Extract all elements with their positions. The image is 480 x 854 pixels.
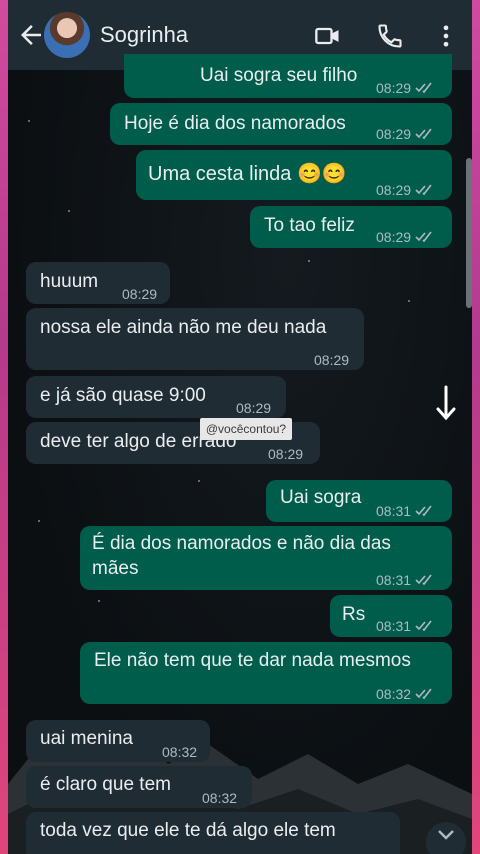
phone-icon[interactable] bbox=[376, 22, 404, 50]
message-text: é claro que tem bbox=[40, 774, 171, 795]
watermark-label: @vocêcontou? bbox=[200, 418, 292, 440]
double-check-icon bbox=[415, 128, 432, 140]
double-check-icon bbox=[415, 231, 432, 243]
message-time: 08:29 bbox=[376, 182, 412, 198]
scroll-to-bottom-button[interactable] bbox=[426, 822, 466, 854]
message-time: 08:32 bbox=[376, 686, 412, 702]
message-meta: 08:29 bbox=[122, 282, 157, 306]
message-bubble-outgoing[interactable]: Ele não tem que te dar nada mesmos 08:32 bbox=[80, 642, 452, 704]
message-meta: 08:29 bbox=[376, 225, 435, 249]
message-time: 08:31 bbox=[376, 618, 412, 634]
message-meta: 08:31 bbox=[376, 499, 435, 523]
message-time: 08:29 bbox=[268, 446, 304, 462]
message-bubble-outgoing[interactable]: Uai sogra seu filho 08:29 bbox=[124, 54, 452, 98]
message-bubble-incoming[interactable]: nossa ele ainda não me deu nada 08:29 bbox=[26, 308, 364, 370]
message-bubble-incoming[interactable]: uai menina 08:32 bbox=[26, 720, 210, 762]
frame-right bbox=[472, 0, 480, 854]
message-meta: 08:29 bbox=[376, 178, 435, 202]
message-text: To tao feliz bbox=[264, 215, 355, 236]
double-check-icon bbox=[415, 505, 432, 517]
message-bubble-outgoing[interactable]: Hoje é dia dos namorados 08:29 bbox=[110, 103, 452, 145]
message-meta: 08:32 bbox=[202, 786, 237, 810]
message-meta: 08:31 bbox=[376, 568, 435, 592]
avatar[interactable] bbox=[44, 12, 90, 58]
message-meta: 08:29 bbox=[236, 396, 271, 420]
double-check-icon bbox=[415, 82, 432, 94]
message-bubble-incoming[interactable]: e já são quase 9:00 08:29 bbox=[26, 376, 286, 418]
message-text: Hoje é dia dos namorados bbox=[124, 113, 346, 134]
message-text: uai menina bbox=[40, 728, 133, 749]
message-text: Uai sogra bbox=[280, 487, 362, 508]
message-time: 08:29 bbox=[122, 286, 158, 302]
message-text: Uai sogra seu filho bbox=[200, 65, 358, 86]
arrow-left-icon[interactable] bbox=[16, 20, 46, 50]
message-meta: 08:29 bbox=[376, 122, 435, 146]
chat-screen: Sogrinha Uai sogra seu filho 08:29 Hoje … bbox=[8, 0, 472, 854]
message-text: Rs bbox=[342, 604, 366, 625]
message-meta: 08:31 bbox=[376, 614, 435, 638]
double-check-icon bbox=[415, 688, 432, 700]
message-meta: 08:29 bbox=[314, 348, 349, 372]
message-text: Ele não tem que te dar nada mesmos bbox=[94, 650, 411, 671]
message-text: Uma cesta linda 😊😊 bbox=[148, 163, 347, 185]
message-bubble-outgoing[interactable]: Rs 08:31 bbox=[330, 595, 452, 637]
more-vertical-icon[interactable] bbox=[432, 22, 460, 50]
message-time: 08:32 bbox=[162, 744, 198, 760]
message-text: toda vez que ele te dá algo ele tem bbox=[40, 820, 336, 841]
scrollbar[interactable] bbox=[466, 158, 472, 308]
message-bubble-incoming[interactable]: huuum 08:29 bbox=[26, 262, 170, 304]
double-check-icon bbox=[415, 574, 432, 586]
message-bubble-incoming[interactable]: toda vez que ele te dá algo ele tem bbox=[26, 812, 400, 854]
chevron-down-icon bbox=[438, 830, 454, 840]
message-time: 08:29 bbox=[376, 126, 412, 142]
message-text: e já são quase 9:00 bbox=[40, 385, 206, 406]
message-text: mães bbox=[92, 558, 139, 579]
double-check-icon bbox=[415, 184, 432, 196]
message-text: nossa ele ainda não me deu nada bbox=[40, 317, 327, 338]
message-bubble-outgoing[interactable]: To tao feliz 08:29 bbox=[250, 206, 452, 248]
message-meta: 08:29 bbox=[376, 76, 435, 100]
message-time: 08:29 bbox=[314, 352, 350, 368]
message-time: 08:29 bbox=[376, 229, 412, 245]
message-meta: 08:29 bbox=[268, 442, 303, 466]
message-bubble-outgoing[interactable]: Uma cesta linda 😊😊 08:29 bbox=[136, 150, 452, 200]
message-time: 08:31 bbox=[376, 503, 412, 519]
message-bubble-outgoing[interactable]: É dia dos namorados e não dia das mães 0… bbox=[80, 526, 452, 590]
message-bubble-outgoing[interactable]: Uai sogra 08:31 bbox=[266, 480, 452, 522]
message-time: 08:31 bbox=[376, 572, 412, 588]
message-meta: 08:32 bbox=[376, 682, 435, 706]
contact-name[interactable]: Sogrinha bbox=[100, 22, 188, 48]
message-text: huuum bbox=[40, 271, 99, 292]
message-bubble-incoming[interactable]: é claro que tem 08:32 bbox=[26, 766, 252, 808]
message-text: É dia dos namorados e não dia das bbox=[92, 533, 391, 554]
message-time: 08:32 bbox=[202, 790, 238, 806]
video-call-icon[interactable] bbox=[314, 22, 342, 50]
double-check-icon bbox=[415, 620, 432, 632]
frame-left bbox=[0, 0, 8, 854]
arrow-down-icon bbox=[436, 385, 456, 421]
message-time: 08:29 bbox=[376, 80, 412, 96]
message-meta: 08:32 bbox=[162, 740, 197, 764]
message-time: 08:29 bbox=[236, 400, 272, 416]
